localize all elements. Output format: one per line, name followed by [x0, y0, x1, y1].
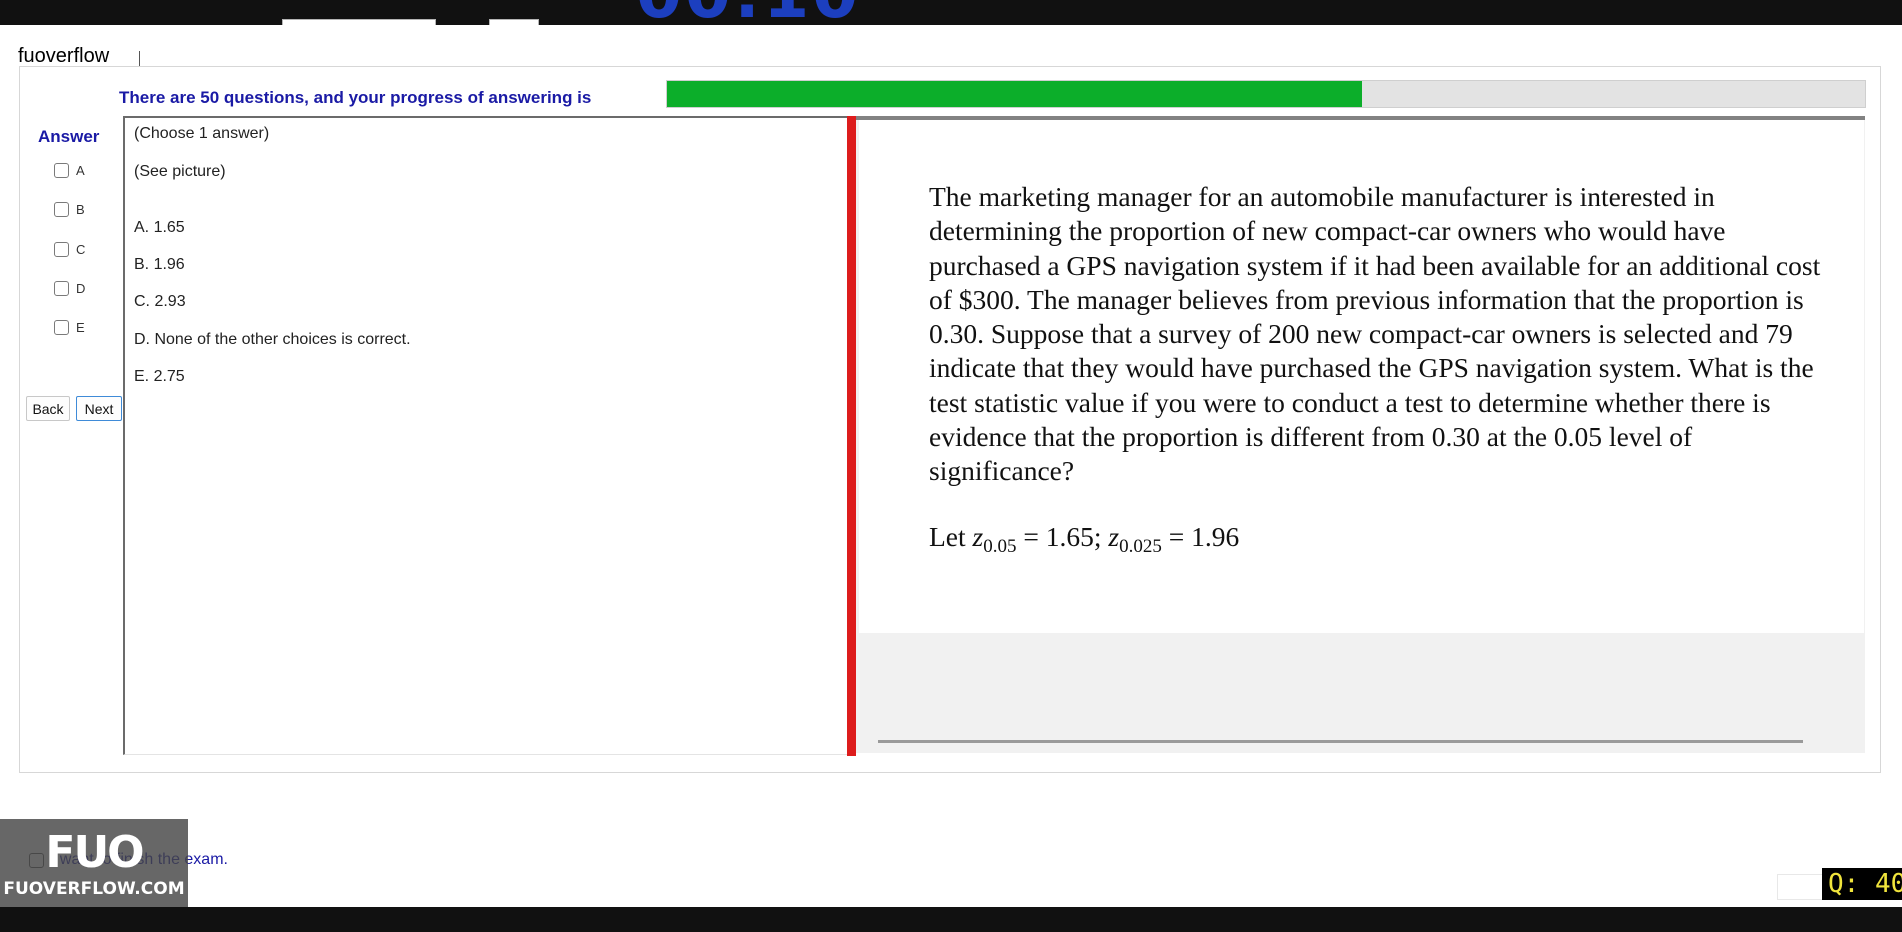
question-jump-input[interactable]: [1777, 874, 1827, 900]
answer-choices-panel: [123, 116, 851, 755]
option-e-label: E: [76, 320, 85, 335]
choice-text-a: A. 1.65: [134, 219, 185, 236]
formula-sub1: 0.05: [983, 536, 1017, 557]
option-b-label: B: [76, 202, 85, 217]
answer-heading: Answer: [38, 127, 100, 146]
app-title: fuoverflow: [18, 45, 110, 67]
progress-label: There are 50 questions, and your progres…: [119, 88, 592, 107]
answer-instruction: (Choose 1 answer): [134, 125, 270, 142]
horizontal-scrollbar[interactable]: [878, 740, 1803, 743]
top-bar: 00:10: [0, 0, 1902, 25]
formula-z2: z: [1108, 521, 1120, 552]
watermark-logo: FUO FUOVERFLOW.COM: [0, 819, 188, 907]
watermark-url: FUOVERFLOW.COM: [3, 879, 185, 899]
option-e[interactable]: E: [54, 320, 85, 335]
top-small-box[interactable]: [489, 19, 539, 25]
formula-prefix: Let: [929, 521, 973, 552]
option-a-checkbox[interactable]: [54, 163, 69, 178]
bottom-bar: [0, 907, 1902, 932]
choice-text-e: E. 2.75: [134, 368, 185, 385]
formula-value1: = 1.65;: [1016, 521, 1109, 552]
question-counter: Q: 40: [1822, 868, 1902, 900]
option-c[interactable]: C: [54, 242, 85, 257]
option-d-label: D: [76, 281, 86, 296]
option-b[interactable]: B: [54, 202, 85, 217]
question-text: The marketing manager for an automobile …: [929, 181, 1821, 487]
choice-text-b: B. 1.96: [134, 256, 185, 273]
option-a-label: A: [76, 163, 85, 178]
question-formula: Let z0.05 = 1.65; z0.025 = 1.96: [929, 521, 1239, 558]
answer-note: (See picture): [134, 163, 226, 180]
option-d[interactable]: D: [54, 281, 85, 296]
choice-text-d: D. None of the other choices is correct.: [134, 331, 411, 348]
top-dropdown[interactable]: [282, 19, 436, 25]
timer-display: 00:10: [636, 0, 861, 25]
watermark-logo-text: FUO: [45, 827, 144, 878]
option-d-checkbox[interactable]: [54, 281, 69, 296]
next-button[interactable]: Next: [76, 396, 122, 421]
option-e-checkbox[interactable]: [54, 320, 69, 335]
formula-sub2: 0.025: [1119, 536, 1162, 557]
back-button[interactable]: Back: [26, 396, 70, 421]
option-c-checkbox[interactable]: [54, 242, 69, 257]
option-a[interactable]: A: [54, 163, 85, 178]
progress-bar-fill: [667, 81, 1362, 107]
option-b-checkbox[interactable]: [54, 202, 69, 217]
option-c-label: C: [76, 242, 86, 257]
formula-value2: = 1.96: [1161, 521, 1240, 552]
choice-text-c: C. 2.93: [134, 293, 186, 310]
progress-bar: [666, 80, 1866, 108]
panel-splitter[interactable]: [847, 116, 856, 756]
formula-z1: z: [972, 521, 984, 552]
